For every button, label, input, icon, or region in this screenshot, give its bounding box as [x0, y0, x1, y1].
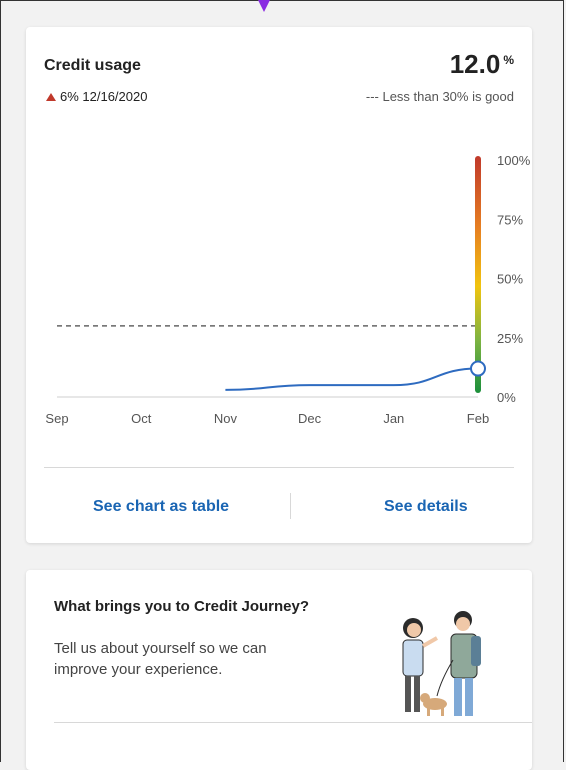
x-tick-label: Dec: [298, 411, 322, 426]
credit-journey-prompt-card: What brings you to Credit Journey? Tell …: [26, 570, 532, 770]
latest-point-marker: [470, 360, 486, 377]
card-divider: [54, 722, 532, 723]
y-tick-label: 25%: [497, 331, 523, 346]
credit-usage-card: Credit usage 12.0% 6% 12/16/2020 --- Les…: [26, 27, 532, 543]
x-tick-label: Nov: [214, 411, 238, 426]
see-details-link[interactable]: See details: [384, 498, 468, 516]
x-tick-label: Feb: [467, 411, 489, 426]
credit-usage-chart: 0% 25% 50% 75% 100% Sep Oct Nov Dec Jan Feb: [45, 153, 531, 426]
scroll-marker-arrow: [258, 0, 270, 12]
y-tick-label: 0%: [497, 390, 516, 405]
y-tick-label: 50%: [497, 272, 523, 287]
prompt-title: What brings you to Credit Journey?: [54, 598, 310, 615]
people-with-dog-illustration: [402, 611, 481, 716]
x-tick-label: Sep: [45, 411, 68, 426]
card-divider: [44, 467, 514, 468]
see-chart-as-table-link[interactable]: See chart as table: [93, 498, 229, 516]
y-tick-label: 75%: [497, 212, 523, 227]
prompt-body: Tell us about yourself so we can improve…: [54, 640, 267, 678]
gradient-scale-bar: [475, 156, 481, 393]
series-line: [225, 367, 479, 391]
x-tick-label: Jan: [383, 411, 404, 426]
action-divider: [290, 493, 291, 519]
y-tick-label: 100%: [497, 153, 531, 168]
x-tick-label: Oct: [131, 411, 152, 426]
